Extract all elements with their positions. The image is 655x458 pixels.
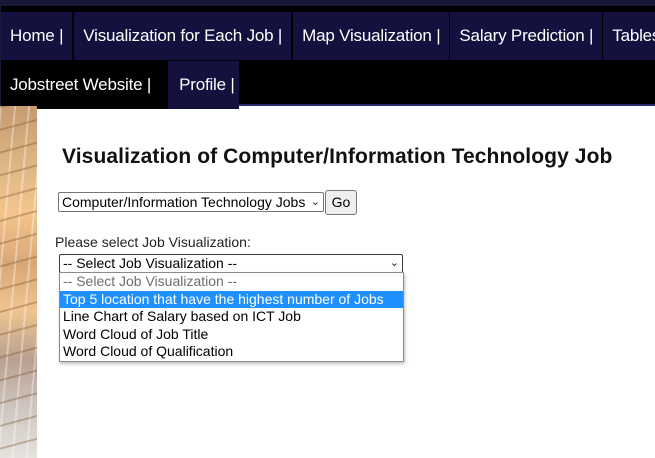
dropdown-option-job-title-word-cloud[interactable]: Word Cloud of Job Title xyxy=(60,326,403,344)
nav-item-jobstreet-website[interactable]: Jobstreet Website | xyxy=(1,61,169,109)
visualization-select-label: Please select Job Visualization: xyxy=(55,234,251,250)
nav-item-profile[interactable]: Profile | xyxy=(168,61,239,109)
chevron-down-icon: ⌄ xyxy=(389,257,399,269)
nav-row-secondary: Jobstreet Website | Profile | xyxy=(1,61,239,109)
visualization-select-value: -- Select Job Visualization -- xyxy=(63,255,238,271)
nav-item-salary-prediction[interactable]: Salary Prediction | xyxy=(450,12,603,60)
dropdown-option-qualification-word-cloud[interactable]: Word Cloud of Qualification xyxy=(60,343,403,361)
visualization-dropdown-list: -- Select Job Visualization -- Top 5 loc… xyxy=(59,272,404,362)
nav-item-tables[interactable]: Tables | xyxy=(603,12,655,60)
job-category-select-value: Computer/Information Technology Jobs xyxy=(62,194,306,210)
chevron-down-icon: ⌄ xyxy=(310,196,320,208)
nav-item-home[interactable]: Home | xyxy=(1,12,73,60)
go-button[interactable]: Go xyxy=(325,190,357,215)
nav-item-visualization-for-each-job[interactable]: Visualization for Each Job | xyxy=(74,12,292,60)
dropdown-option-top5-locations[interactable]: Top 5 location that have the highest num… xyxy=(60,290,403,309)
top-navigation-bar: Home | Visualization for Each Job | Map … xyxy=(0,0,655,109)
dropdown-option-salary-line-chart[interactable]: Line Chart of Salary based on ICT Job xyxy=(60,308,403,326)
job-category-select[interactable]: Computer/Information Technology Jobs ⌄ xyxy=(58,192,324,212)
nav-item-map-visualization[interactable]: Map Visualization | xyxy=(293,12,450,60)
dropdown-option-placeholder[interactable]: -- Select Job Visualization -- xyxy=(60,273,403,291)
page-title: Visualization of Computer/Information Te… xyxy=(62,145,613,168)
decorative-background-image xyxy=(0,106,37,458)
visualization-select[interactable]: -- Select Job Visualization -- ⌄ xyxy=(59,254,403,273)
nav-row-primary: Home | Visualization for Each Job | Map … xyxy=(1,12,655,60)
